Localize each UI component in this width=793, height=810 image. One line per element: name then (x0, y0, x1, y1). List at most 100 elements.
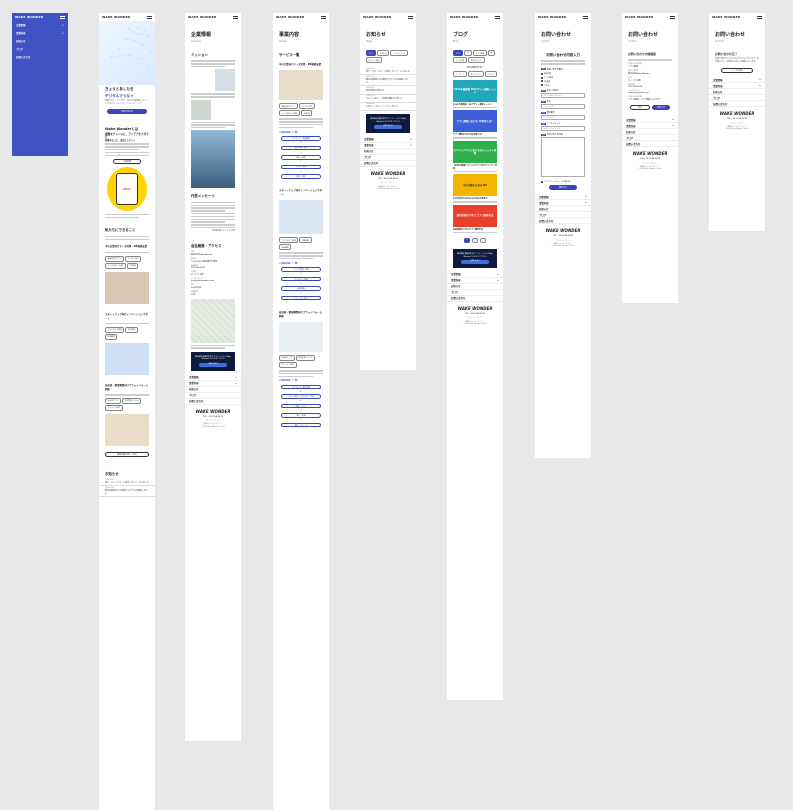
menu-item-contact[interactable]: お問い合わせ (12, 53, 68, 61)
plus-icon: + (409, 137, 412, 141)
page-subtitle: News (366, 40, 372, 43)
blog-card[interactable]: 2024年最新版 DXデザイン最新トレンド 2024年最新版：DXデザイン最新トレ… (453, 80, 497, 109)
blog-card[interactable]: モバイルアプリにおけるセキュリティ対策 【大切な情報】モバイルアプリのセキュリティ… (453, 140, 497, 173)
menu-icon[interactable] (147, 15, 152, 19)
hero-contact-button[interactable]: お問い合わせ (107, 109, 147, 114)
logo[interactable]: WAKE WONDER (363, 15, 391, 19)
footer-nav: 企業情報 + 事業内容 + お知らせ ブログ お問い合わせ (535, 194, 591, 225)
menu-icon[interactable] (670, 15, 675, 19)
category-chip[interactable]: クラウド (484, 71, 497, 77)
category-chip[interactable]: ノーコード (453, 71, 467, 77)
tag: プロトタイプ開発 (279, 237, 299, 244)
menu-icon[interactable] (495, 15, 500, 19)
close-menu-icon[interactable] (60, 15, 65, 19)
menu-item-business[interactable]: 事業内容 + (12, 29, 68, 37)
logo[interactable]: WAKE WONDER (538, 15, 566, 19)
tab-all[interactable]: すべて (453, 50, 464, 56)
footer-logo[interactable]: WAKE WONDER (622, 147, 678, 156)
news-item[interactable]: 2024.08.15 夏季休業のお知らせ (360, 86, 416, 95)
footer-nav: 企業情報 + 事業内容 + お知らせ ブログ お問い合わせ (360, 137, 416, 167)
menu-icon[interactable] (408, 15, 413, 19)
logo[interactable]: WAKE WONDER (276, 15, 304, 19)
confirm-button[interactable]: 確認する (549, 185, 577, 191)
send-button[interactable]: 送信する (652, 105, 670, 111)
blog-card[interactable]: 中小企業のための DX 中小企業のための2024年DXの始め方 (453, 174, 497, 203)
page-title: ブログ (453, 32, 469, 38)
flow-step: 運用・サポート (281, 422, 321, 428)
tab-app[interactable]: アプリ開発 (472, 50, 487, 56)
tab-press[interactable]: プレスリリース (390, 50, 408, 56)
page-2[interactable]: 2 (472, 237, 479, 243)
checkbox-icon[interactable] (541, 80, 543, 83)
plus-icon: + (496, 278, 499, 282)
logo[interactable]: WAKE WONDER (450, 15, 478, 19)
menu-icon[interactable] (757, 15, 762, 19)
menu-item-company[interactable]: 企業情報 + (12, 21, 68, 29)
contact-banner: 自社開発 業務効率化アプリケーション Wake Wonderにおまかせくださいお… (366, 113, 410, 133)
blog-tabs: すべて DX アプリ開発 AI データ活用 UI/UXデザイン (447, 49, 503, 64)
news-item[interactable]: 2024.09.01 都内企業様向けDX推進プログラムを開始しました (360, 75, 416, 87)
menu-icon[interactable] (583, 15, 588, 19)
access-map[interactable] (191, 298, 235, 343)
news-tabs: すべて お知らせ プレスリリース セミナー情報 (360, 49, 416, 64)
arrow-down-icon: ↓ (300, 400, 302, 403)
logo[interactable]: WAKE WONDER (712, 15, 740, 19)
footer-logo[interactable]: WAKE WONDER (185, 405, 241, 414)
footer-logo[interactable]: WAKE WONDER (360, 167, 416, 176)
logo[interactable]: WAKE WONDER (625, 15, 653, 19)
arrow-down-icon: ↓ (300, 273, 302, 276)
page-1[interactable]: 1 (463, 237, 471, 243)
news-item[interactable]: 2024.06.01 公式サイトをリニューアルしました (360, 103, 416, 111)
back-button[interactable]: 戻る (630, 105, 650, 111)
banner-contact-button[interactable]: お問い合わせ (461, 260, 489, 264)
mission-heading: ミッション (191, 53, 208, 57)
page-subtitle: Contact (541, 40, 550, 43)
service-1-image (279, 70, 323, 100)
thanks-screen: WAKE WONDER お問い合わせ Contact お問い合わせ完了 お問い合… (709, 13, 765, 231)
banner-contact-button[interactable]: お問い合わせ (199, 363, 227, 367)
footer-nav: 企業情報 + 事業内容 + お知らせ ブログ お問い合わせ (622, 117, 678, 148)
footer-logo[interactable]: WAKE WONDER (709, 107, 765, 116)
tab-data[interactable]: データ活用 (453, 57, 467, 63)
arrow-down-icon: ↓ (300, 282, 302, 285)
plus-icon: + (61, 31, 64, 35)
logo[interactable]: WAKE WONDER (15, 15, 43, 19)
checkbox-icon[interactable] (541, 180, 543, 183)
news-item[interactable]: 2024.09.20 新サービス「スマート受付」をリリースしました (360, 67, 416, 76)
footer-nav: 企業情報 + 事業内容 + お知らせ ブログ お問い合わせ (447, 272, 503, 302)
logo[interactable]: WAKE WONDER (102, 15, 130, 19)
news-item[interactable]: 2024.07.10 CEOインタビュー記事が掲載されました (360, 95, 416, 103)
category-chip[interactable]: セキュリティ (468, 71, 484, 77)
tab-ai[interactable]: AI (487, 50, 495, 56)
blog-card[interactable]: 成功事例から学ぶ アプリ開発手法 成功事例から学ぶアプリ開発手法 (453, 204, 497, 233)
tab-all[interactable]: すべて (366, 50, 377, 56)
logo[interactable]: WAKE WONDER (188, 15, 216, 19)
tab-news[interactable]: お知らせ (377, 50, 390, 56)
menu-icon[interactable] (233, 15, 238, 19)
back-to-top-button[interactable]: トップに戻る (721, 68, 753, 73)
tag: MVP開発 (125, 326, 138, 333)
news-item[interactable]: 2024.09.20 新サービス「スマート受付」をリリースしました (99, 478, 155, 487)
copyright: ©2024 Wake Wonder Co.,Ltd. (551, 246, 575, 248)
tab-dx[interactable]: DX (464, 50, 472, 56)
menu-item-news[interactable]: お知らせ (12, 37, 68, 45)
about-button[interactable]: 企業情報 (113, 158, 141, 164)
arrow-down-icon: ↓ (300, 142, 302, 145)
checkbox-icon[interactable] (541, 76, 543, 79)
footer-logo[interactable]: WAKE WONDER (447, 302, 503, 311)
message-field[interactable] (541, 137, 585, 178)
menu-icon[interactable] (321, 15, 326, 19)
news-item[interactable]: 2024.09.01 都内企業様向けDX推進プログラムを開始しました (99, 486, 155, 498)
checkbox-icon[interactable] (541, 72, 543, 75)
agree-option[interactable]: プライバシーポリシーに同意する (535, 177, 591, 183)
confirm-kv: お問い合わせ内容 アプリ開発について相談したいです。 (628, 96, 662, 102)
tab-uiux[interactable]: UI/UXデザイン (468, 57, 486, 63)
blog-card[interactable]: アプリ開発における AI活用とは？ アプリ開発におけるAI活用とは？ (453, 110, 497, 139)
next-page-icon[interactable]: › (480, 237, 487, 243)
checkbox-icon[interactable] (541, 84, 543, 87)
services-more-button[interactable]: 事業内容を詳しく見る (105, 451, 149, 457)
tab-seminar[interactable]: セミナー情報 (366, 57, 382, 63)
banner-contact-button[interactable]: お問い合わせ (374, 125, 402, 129)
footer-logo[interactable]: WAKE WONDER (535, 224, 591, 233)
menu-item-blog[interactable]: ブログ (12, 45, 68, 53)
